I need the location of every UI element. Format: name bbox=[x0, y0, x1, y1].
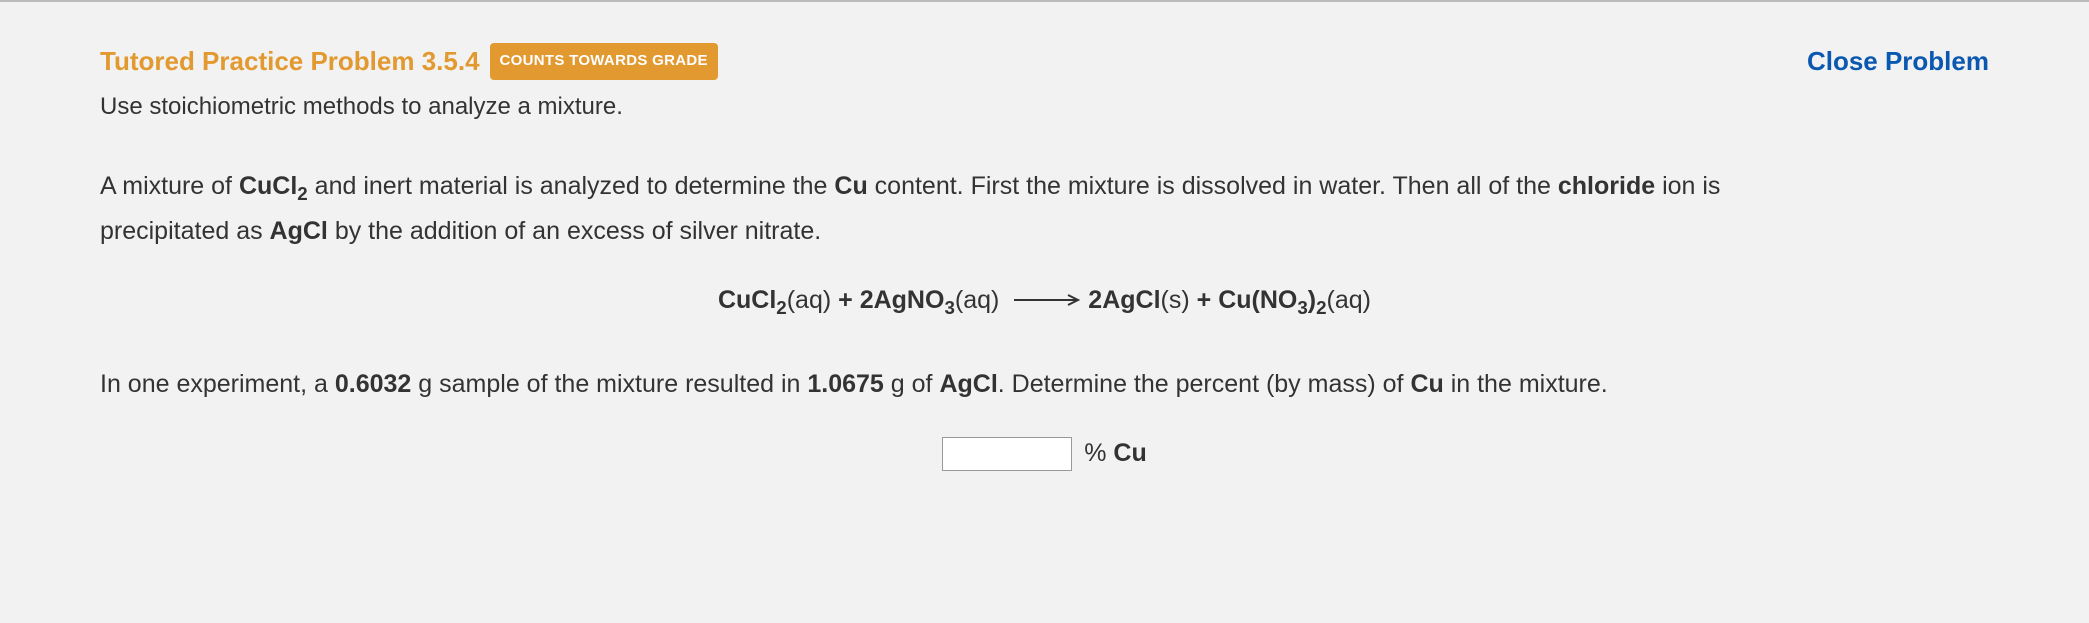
value-sample-mass: 0.6032 bbox=[335, 370, 411, 398]
title-block: Tutored Practice Problem 3.5.4 COUNTS TO… bbox=[100, 42, 718, 81]
term-chloride: chloride bbox=[1558, 172, 1655, 200]
text: and inert material is analyzed to determ… bbox=[308, 172, 835, 200]
percent-cu-input[interactable] bbox=[942, 437, 1072, 471]
paragraph-1: A mixture of CuCl2 and inert material is… bbox=[100, 165, 1762, 252]
problem-panel: Tutored Practice Problem 3.5.4 COUNTS TO… bbox=[0, 0, 2089, 623]
text: A mixture of bbox=[100, 172, 239, 200]
paragraph-2: In one experiment, a 0.6032 g sample of … bbox=[100, 363, 1762, 406]
grade-badge: COUNTS TOWARDS GRADE bbox=[490, 43, 718, 80]
text: In one experiment, a bbox=[100, 370, 335, 398]
formula-cucl2: CuCl bbox=[239, 172, 297, 200]
reactant-2: 2AgNO3(aq) bbox=[860, 286, 1000, 314]
formula-cu: Cu bbox=[834, 172, 867, 200]
answer-row: % Cu bbox=[100, 435, 1989, 473]
reactant-1: CuCl2(aq) bbox=[718, 286, 831, 314]
formula-agcl: AgCl bbox=[939, 370, 997, 398]
product-1: 2AgCl(s) bbox=[1088, 286, 1189, 314]
text: in the mixture. bbox=[1444, 370, 1608, 398]
text: g of bbox=[884, 370, 940, 398]
problem-subtitle: Use stoichiometric methods to analyze a … bbox=[100, 89, 1989, 125]
value-agcl-mass: 1.0675 bbox=[807, 370, 883, 398]
close-problem-link[interactable]: Close Problem bbox=[1807, 42, 1989, 81]
chemical-equation: CuCl2(aq) + 2AgNO3(aq) 2AgCl(s) + Cu(NO3… bbox=[100, 282, 1989, 322]
plus: + bbox=[831, 286, 860, 314]
text: g sample of the mixture resulted in bbox=[411, 370, 807, 398]
product-2: Cu(NO3)2(aq) bbox=[1218, 286, 1371, 314]
plus: + bbox=[1190, 286, 1219, 314]
text: content. First the mixture is dissolved … bbox=[868, 172, 1558, 200]
answer-unit-label: % Cu bbox=[1084, 435, 1147, 473]
formula-agcl: AgCl bbox=[270, 217, 328, 245]
text: . Determine the percent (by mass) of bbox=[998, 370, 1411, 398]
arrow-icon bbox=[1014, 281, 1084, 319]
header-row: Tutored Practice Problem 3.5.4 COUNTS TO… bbox=[100, 42, 1989, 81]
formula-cu: Cu bbox=[1410, 370, 1443, 398]
subscript: 2 bbox=[297, 183, 307, 204]
text: by the addition of an excess of silver n… bbox=[328, 217, 821, 245]
problem-title: Tutored Practice Problem 3.5.4 bbox=[100, 42, 480, 81]
